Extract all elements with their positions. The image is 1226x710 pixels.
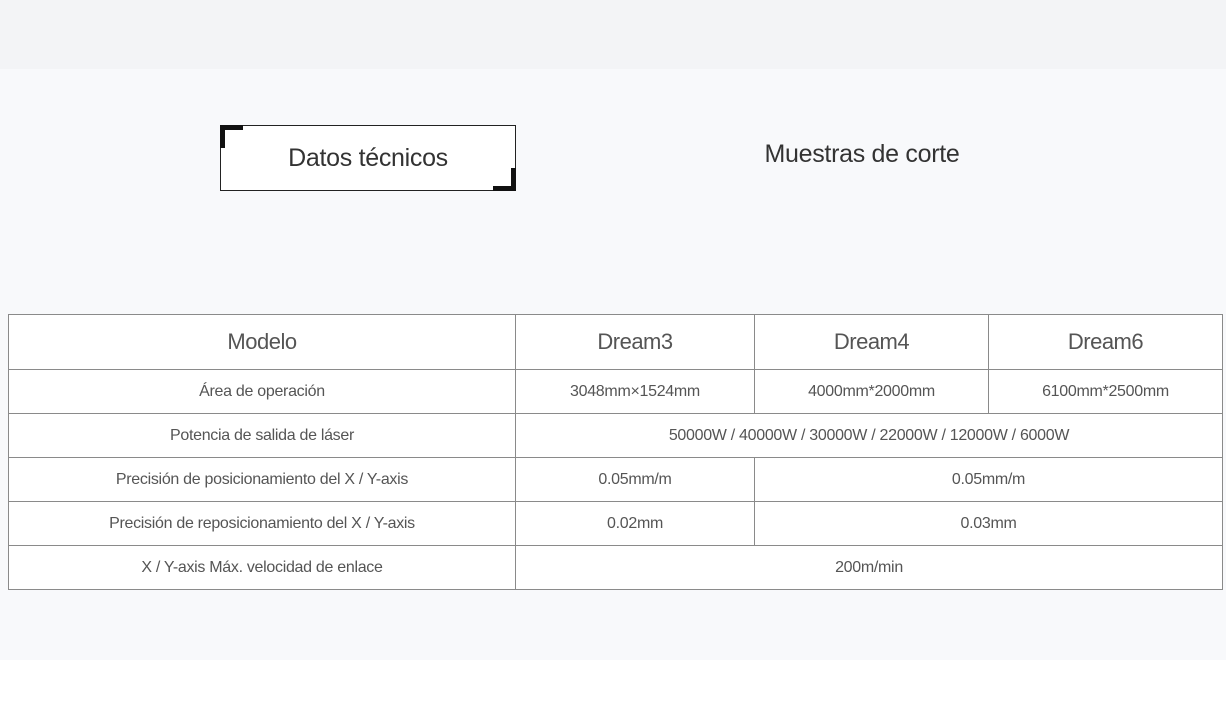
cell-value: 6100mm*2500mm — [988, 369, 1223, 414]
corner-accent-top-left — [220, 125, 243, 148]
cell-value: 0.03mm — [754, 501, 1223, 546]
row-label: Precisión de reposicionamiento del X / Y… — [8, 501, 516, 546]
header-modelo: Modelo — [8, 314, 516, 370]
table-header-row: Modelo Dream3 Dream4 Dream6 — [8, 314, 1223, 370]
cell-value: 3048mm×1524mm — [515, 369, 755, 414]
cell-value: 50000W / 40000W / 30000W / 22000W / 1200… — [515, 413, 1223, 458]
row-label: X / Y-axis Máx. velocidad de enlace — [8, 545, 516, 590]
table-row: Precisión de posicionamiento del X / Y-a… — [8, 457, 1223, 502]
table-row: Precisión de reposicionamiento del X / Y… — [8, 501, 1223, 546]
header-dream6: Dream6 — [988, 314, 1223, 370]
tab-label: Datos técnicos — [288, 143, 448, 172]
table-row: X / Y-axis Máx. velocidad de enlace 200m… — [8, 545, 1223, 590]
top-band — [0, 0, 1226, 69]
cell-value: 0.02mm — [515, 501, 755, 546]
header-dream4: Dream4 — [754, 314, 989, 370]
tab-datos-tecnicos[interactable]: Datos técnicos — [220, 125, 516, 191]
table-row: Potencia de salida de láser 50000W / 400… — [8, 413, 1223, 458]
cell-value: 0.05mm/m — [515, 457, 755, 502]
cell-value: 200m/min — [515, 545, 1223, 590]
tab-label: Muestras de corte — [764, 139, 960, 168]
corner-accent-bottom-right — [493, 168, 516, 191]
tab-muestras-de-corte[interactable]: Muestras de corte — [712, 121, 1012, 187]
cell-value: 4000mm*2000mm — [754, 369, 989, 414]
row-label: Potencia de salida de láser — [8, 413, 516, 458]
header-dream3: Dream3 — [515, 314, 755, 370]
row-label: Precisión de posicionamiento del X / Y-a… — [8, 457, 516, 502]
row-label: Área de operación — [8, 369, 516, 414]
cell-value: 0.05mm/m — [754, 457, 1223, 502]
spec-table: Modelo Dream3 Dream4 Dream6 Área de oper… — [8, 314, 1223, 590]
table-row: Área de operación 3048mm×1524mm 4000mm*2… — [8, 369, 1223, 414]
